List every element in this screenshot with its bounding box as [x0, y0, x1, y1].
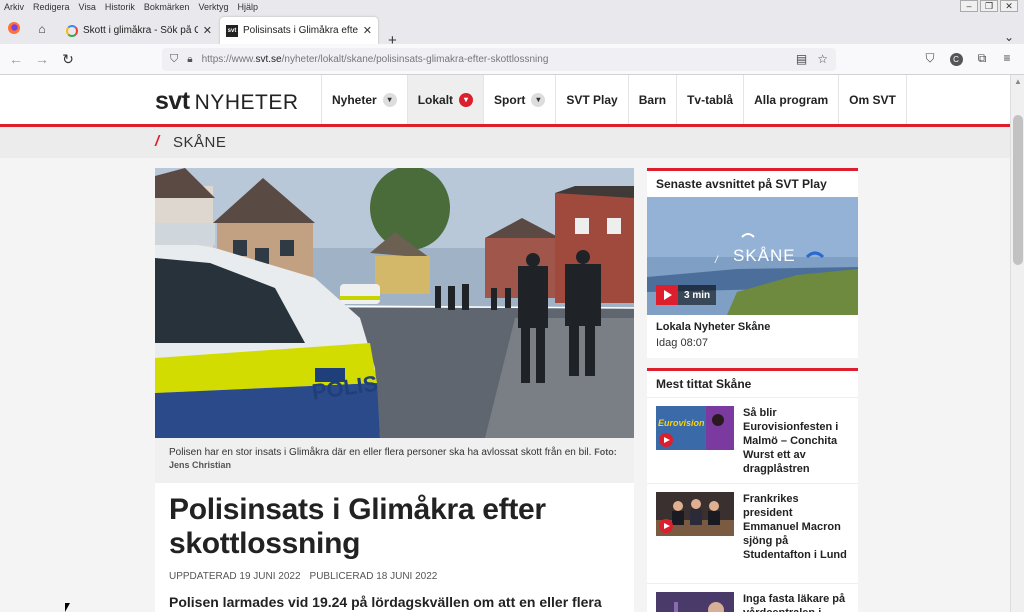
mouse-cursor-icon [65, 603, 70, 612]
page-scrollbar[interactable]: ▲ [1010, 75, 1024, 612]
article-body: Polisinsats i Glimåkra efter skottlossni… [155, 483, 634, 612]
maximize-icon[interactable]: ❐ [980, 0, 998, 12]
main-navigation: Nyheter ▾ Lokalt ▾ Sport ▾ SVT Play Barn Tv… [321, 75, 907, 124]
nav-barn[interactable]: Barn [627, 75, 676, 124]
pocket-icon[interactable]: ⛉ [922, 51, 938, 66]
article-lead: Polisen larmades vid 19.24 på lördagskvä… [169, 594, 602, 610]
tab-strip: ⌂ Skott i glimåkra - Sök på Google ✕ svt… [0, 13, 1024, 49]
forward-arrow-icon[interactable]: → [34, 51, 50, 67]
svt-nyheter-logo[interactable]: svt NYHETER [155, 87, 299, 116]
section-title[interactable]: SKÅNE [173, 134, 226, 151]
caption-text: Polisen har en stor insats i Glimåkra dä… [169, 447, 592, 458]
duration-text: 3 min [684, 289, 711, 301]
duration-badge[interactable]: 3 min [656, 285, 717, 305]
nav-nyheter[interactable]: Nyheter ▾ [321, 75, 407, 124]
play-box-title[interactable]: Senaste avsnittet på SVT Play [647, 171, 858, 197]
reader-view-icon[interactable]: ▤ [796, 52, 807, 66]
url-text[interactable]: https://www.svt.se/nyheter/lokalt/skane/… [202, 54, 549, 65]
menu-hamburger-icon[interactable]: ≡ [999, 51, 1015, 65]
navigation-toolbar: ← → ↻ ⛉ 🔒︎ https://www.svt.se/nyheter/lo… [0, 44, 1024, 75]
url-bar[interactable]: ⛉ 🔒︎ https://www.svt.se/nyheter/lokalt/s… [162, 48, 836, 71]
episode-time: Idag 08:07 [656, 337, 708, 349]
list-item[interactable]: Frankrikes president Emmanuel Macron sjö… [647, 483, 858, 583]
tab-title: Polisinsats i Glimåkra efter skott [243, 25, 358, 36]
article-headline: Polisinsats i Glimåkra efter skottlossni… [169, 493, 546, 560]
site-header: svt NYHETER Nyheter ▾ Lokalt ▾ Sport ▾ SVT P… [0, 75, 1010, 124]
scrollbar-thumb[interactable] [1013, 115, 1023, 265]
chevron-down-icon[interactable]: ▾ [531, 92, 546, 107]
nav-om-svt[interactable]: Om SVT [838, 75, 907, 124]
scroll-up-icon[interactable]: ▲ [1014, 77, 1022, 86]
most-viewed-box: Mest tittat Skåne Eurovision Så blir Eur… [647, 368, 858, 612]
svt-play-latest-box: Senaste avsnittet på SVT Play / SKÅNE 3 … [647, 168, 858, 358]
chevron-down-icon[interactable]: ▾ [382, 92, 397, 107]
eurovision-thumbnail[interactable]: Eurovision [656, 406, 734, 450]
article-dates: UPPDATERAD 19 JUNI 2022 PUBLICERAD 18 JU… [169, 571, 620, 582]
nav-lokalt[interactable]: Lokalt ▾ [406, 75, 484, 124]
menu-visa[interactable]: Visa [79, 2, 96, 12]
thumbnail-text: Eurovision [658, 418, 705, 428]
tab-title: Skott i glimåkra - Sök på Google [83, 25, 198, 36]
back-arrow-icon[interactable]: ← [8, 51, 24, 67]
most-viewed-title[interactable]: Mest tittat Skåne [647, 371, 858, 397]
list-item[interactable]: Inga fasta läkare på vårdcentralen i [647, 583, 858, 612]
play-icon[interactable] [656, 285, 678, 305]
list-all-tabs-icon[interactable]: ⌄ [1004, 30, 1014, 44]
list-item[interactable]: Eurovision Så blir Eurovisionfesten i Ma… [647, 397, 858, 483]
window-controls: – ❐ ✕ [960, 0, 1018, 12]
nav-alla-program[interactable]: Alla program [743, 75, 838, 124]
close-window-icon[interactable]: ✕ [1000, 0, 1018, 12]
menu-arkiv[interactable]: Arkiv [4, 2, 24, 12]
tab-svt-article[interactable]: svt Polisinsats i Glimåkra efter skott ✕ [220, 17, 378, 44]
article-link[interactable]: Så blir Eurovisionfesten i Malmö – Conch… [743, 406, 849, 475]
published-date: PUBLICERAD 18 JUNI 2022 [309, 571, 438, 582]
menu-bokmarken[interactable]: Bokmärken [144, 2, 190, 12]
play-episode-thumbnail[interactable]: / SKÅNE 3 min [647, 197, 858, 315]
lock-icon[interactable]: 🔒︎ [187, 54, 192, 65]
nav-tv-tabla[interactable]: Tv-tablå [676, 75, 743, 124]
menu-verktyg[interactable]: Verktyg [198, 2, 228, 12]
article-link[interactable]: Inga fasta läkare på vårdcentralen i [743, 592, 849, 612]
play-icon[interactable] [659, 433, 673, 447]
section-slash-icon: / [155, 133, 160, 150]
nav-sport[interactable]: Sport ▾ [483, 75, 555, 124]
google-favicon-icon [66, 24, 78, 37]
svt-favicon-icon: svt [226, 24, 238, 37]
updated-date: UPPDATERAD 19 JUNI 2022 [169, 571, 301, 582]
minimize-icon[interactable]: – [960, 0, 978, 12]
tracking-shield-icon[interactable]: ⛉ [170, 53, 178, 66]
reload-icon[interactable]: ↻ [60, 51, 76, 67]
thumbnail-overlay-text: SKÅNE [733, 246, 796, 265]
hero-image[interactable]: POLIS [155, 168, 634, 438]
account-icon[interactable]: C [948, 51, 964, 66]
article-link[interactable]: Frankrikes president Emmanuel Macron sjö… [743, 492, 849, 575]
menu-hjalp[interactable]: Hjälp [237, 2, 258, 12]
close-tab-icon[interactable]: ✕ [203, 24, 212, 37]
menu-historik[interactable]: Historik [105, 2, 135, 12]
image-caption: Polisen har en stor insats i Glimåkra dä… [155, 438, 634, 483]
tab-google-search[interactable]: Skott i glimåkra - Sök på Google ✕ [60, 17, 218, 44]
section-bar: / SKÅNE [0, 127, 1010, 158]
macron-thumbnail[interactable] [656, 492, 734, 536]
extensions-icon[interactable]: ⧉ [974, 51, 990, 66]
chevron-down-icon[interactable]: ▾ [459, 92, 474, 107]
episode-title[interactable]: Lokala Nyheter Skåne [647, 315, 858, 333]
home-icon[interactable]: ⌂ [34, 21, 50, 37]
play-icon[interactable] [659, 519, 673, 533]
bookmark-star-icon[interactable]: ☆ [817, 52, 828, 66]
nav-svt-play[interactable]: SVT Play [555, 75, 627, 124]
close-tab-icon[interactable]: ✕ [363, 24, 372, 37]
doctor-thumbnail[interactable] [656, 592, 734, 612]
browser-menubar: Arkiv Redigera Visa Historik Bokmärken V… [0, 0, 1024, 13]
menu-redigera[interactable]: Redigera [33, 2, 70, 12]
firefox-icon[interactable] [6, 21, 22, 37]
